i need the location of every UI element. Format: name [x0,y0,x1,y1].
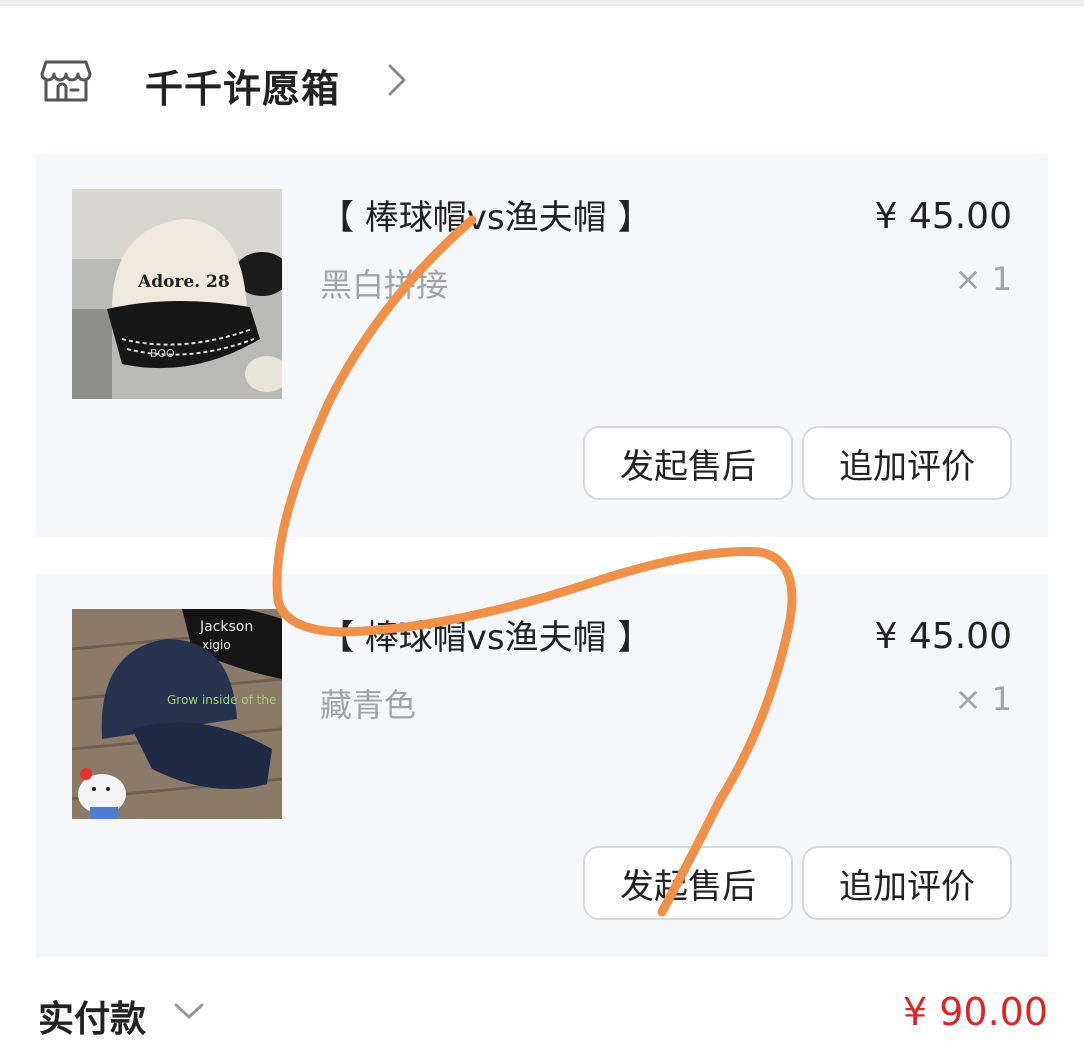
add-review-button[interactable]: 追加评价 [802,426,1012,500]
order-item-card[interactable]: Jackson xigio Grow inside of the 【 棒球帽vs… [36,574,1048,957]
shop-header[interactable]: 千千许愿箱 [0,40,1084,124]
paid-amount: ¥ 90.00 [902,990,1048,1034]
product-title[interactable]: 【 棒球帽vs渔夫帽 】 [320,610,651,659]
after-sale-button[interactable]: 发起售后 [583,426,793,500]
chevron-right-icon [388,64,406,96]
product-quantity: × 1 [954,680,1012,718]
navy-cap-image: Jackson xigio Grow inside of the [72,609,282,819]
product-price: ¥ 45.00 [874,616,1012,657]
order-item-card[interactable]: Adore. 28 BOO 【 棒球帽vs渔夫帽 】 黑白拼接 ¥ 45.00 … [36,154,1048,537]
product-title[interactable]: 【 棒球帽vs渔夫帽 】 [320,190,651,239]
product-variant: 藏青色 [320,686,417,724]
payment-summary: 实付款 ¥ 90.00 [0,980,1084,1040]
svg-text:BOO: BOO [150,347,175,360]
svg-text:Jackson: Jackson [199,619,253,635]
cream-black-cap-image: Adore. 28 BOO [72,189,282,399]
store-icon [40,60,92,102]
after-sale-button[interactable]: 发起售后 [583,846,793,920]
paid-label[interactable]: 实付款 [38,990,146,1042]
shop-name[interactable]: 千千许愿箱 [145,58,340,113]
product-price: ¥ 45.00 [874,196,1012,237]
chevron-down-icon[interactable] [172,1000,206,1022]
product-variant: 黑白拼接 [320,266,449,304]
add-review-button[interactable]: 追加评价 [802,846,1012,920]
cap-embroidery-text: Grow inside of the [167,693,276,707]
product-quantity: × 1 [954,260,1012,298]
top-divider [0,0,1084,6]
product-image[interactable]: Jackson xigio Grow inside of the [72,609,282,819]
product-image[interactable]: Adore. 28 BOO [72,189,282,399]
cap-embroidery-text: Adore. 28 [137,272,230,292]
